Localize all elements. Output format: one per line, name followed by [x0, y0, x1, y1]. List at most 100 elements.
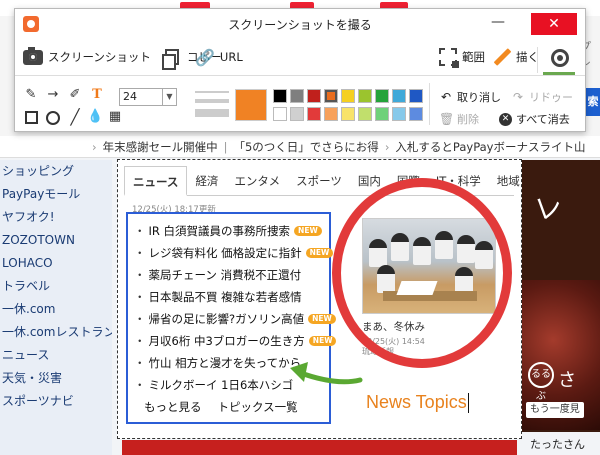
text-tool-icon[interactable]: T	[89, 87, 105, 103]
service-nav-item[interactable]: PayPayモール	[0, 183, 112, 206]
promo-link[interactable]: 年末感謝セール開催中	[103, 139, 218, 155]
service-nav-item[interactable]: ニュース	[0, 344, 112, 367]
minimize-button[interactable]: —	[491, 15, 505, 31]
color-swatch[interactable]	[290, 107, 304, 121]
news-item[interactable]: ・日本製品不買 複雑な若者感情	[134, 286, 325, 308]
service-nav: ショッピング PayPayモール ヤフオク! ZOZOTOWN LOHACO ト…	[0, 160, 112, 455]
tab-economy[interactable]: 経済	[187, 166, 226, 196]
color-swatch[interactable]	[324, 107, 338, 121]
text-annotation[interactable]: News Topics	[366, 392, 469, 414]
tab-sports[interactable]: スポーツ	[288, 166, 350, 196]
advertisement-banner[interactable]: レ るるぶ さ もう一度見	[522, 160, 600, 432]
pen-icon[interactable]: ✎	[23, 87, 39, 103]
promo-link[interactable]: 入札するとPayPayボーナスライト山	[395, 139, 585, 155]
news-item[interactable]: ・薬局チェーン 消費税不正還付	[134, 264, 325, 286]
circle-icon[interactable]	[46, 111, 60, 125]
line-icon[interactable]: ╱	[67, 109, 83, 125]
service-nav-item[interactable]: ヤフオク!	[0, 206, 112, 229]
color-swatch[interactable]	[307, 89, 321, 103]
line-width-options	[195, 91, 235, 125]
pencil-icon	[493, 48, 511, 66]
color-swatch[interactable]	[341, 107, 355, 121]
ad-replay-button[interactable]: もう一度見	[526, 402, 584, 418]
color-swatch[interactable]	[358, 89, 372, 103]
target-icon	[551, 49, 569, 67]
green-arrow-annotation[interactable]	[286, 358, 366, 398]
color-swatch-selected[interactable]	[324, 89, 338, 103]
service-nav-item[interactable]: 一休.com	[0, 298, 112, 321]
mosaic-icon[interactable]: ▦	[107, 109, 123, 125]
color-swatch[interactable]	[307, 107, 321, 121]
service-nav-item[interactable]: スポーツナビ	[0, 390, 112, 413]
clear-icon: ✕	[499, 112, 512, 126]
color-swatch[interactable]	[358, 107, 372, 121]
tab-domestic[interactable]: 国内	[350, 166, 389, 196]
color-swatch[interactable]	[290, 89, 304, 103]
color-swatch[interactable]	[273, 89, 287, 103]
color-swatch[interactable]	[409, 89, 423, 103]
news-item[interactable]: ・帰省の足に影響?ガソリン高値 NEW	[134, 308, 336, 330]
range-button[interactable]: 範囲	[439, 47, 485, 68]
news-more-row: もっと見る トピックス一覧	[134, 396, 325, 418]
photo-time: 12/25(火) 14:54	[362, 337, 425, 346]
drawing-tools: ✎ → ✐ T ╱ 💧 ▦	[23, 87, 123, 127]
tab-entertainment[interactable]: エンタメ	[226, 166, 288, 196]
capture-region[interactable]: ニュース 経済 エンタメ スポーツ 国内 国際 IT・科学 地域 12/25(火…	[117, 159, 522, 439]
chevron-down-icon: ▼	[162, 89, 176, 105]
news-item[interactable]: ・レジ袋有料化 価格設定に指針 NEW	[134, 242, 334, 264]
delete-button[interactable]: 🗑 削除	[439, 111, 479, 127]
news-tabs: ニュース 経済 エンタメ スポーツ 国内 国際 IT・科学 地域	[124, 166, 520, 196]
news-item[interactable]: ・ IR 白須賀議員の事務所捜索 NEW	[134, 220, 325, 242]
service-nav-item[interactable]: ショッピング	[0, 160, 112, 183]
service-nav-item[interactable]: ZOZOTOWN	[0, 229, 112, 252]
promo-link[interactable]: 「5のつく日」でさらにお得	[233, 139, 378, 155]
close-button[interactable]: ✕	[531, 13, 577, 35]
url-button[interactable]: 🔗 URL	[195, 47, 243, 67]
tab-international[interactable]: 国際	[389, 166, 428, 196]
photo-news-card[interactable]: まあ、冬休み 12/25(火) 14:54 琉球新報	[362, 204, 498, 369]
photo-meta: 12/25(火) 14:54 琉球新報	[362, 337, 425, 357]
tab-local[interactable]: 地域	[489, 166, 528, 196]
color-swatch[interactable]	[392, 107, 406, 121]
color-swatch[interactable]	[273, 107, 287, 121]
background-search-button[interactable]: 索	[586, 88, 600, 116]
service-nav-item[interactable]: トラベル	[0, 275, 112, 298]
undo-button[interactable]: ↶ 取り消し	[439, 89, 501, 105]
service-nav-item[interactable]: 天気・災害	[0, 367, 112, 390]
color-swatch[interactable]	[409, 107, 423, 121]
tab-it-science[interactable]: IT・科学	[428, 166, 489, 196]
news-item[interactable]: ・月収6桁 中3ブロガーの生き方 NEW	[134, 330, 337, 352]
line-width-thin[interactable]	[195, 91, 229, 93]
marker-icon[interactable]: ✐	[67, 87, 83, 103]
font-size-select[interactable]: 24 ▼	[119, 88, 177, 106]
redo-button[interactable]: ↷ リドゥー	[511, 89, 573, 105]
color-swatch[interactable]	[375, 107, 389, 121]
capture-mode-toggle[interactable]	[543, 45, 575, 75]
service-nav-item[interactable]: LOHACO	[0, 252, 112, 275]
tab-news[interactable]: ニュース	[124, 166, 188, 196]
camera-icon	[23, 46, 43, 65]
screenshot-button[interactable]: スクリーンショット	[23, 46, 151, 67]
title-bar[interactable]: スクリーンショットを撮る — ✕	[15, 9, 585, 39]
topics-list-link[interactable]: トピックス一覧	[218, 400, 298, 414]
screenshot-toolbar-window: スクリーンショットを撮る — ✕ スクリーンショット コピー 🔗 URL 範囲 …	[14, 8, 586, 132]
more-link[interactable]: もっと見る	[144, 400, 202, 414]
color-swatch[interactable]	[341, 89, 355, 103]
blur-drop-icon[interactable]: 💧	[87, 109, 103, 125]
photo-caption[interactable]: まあ、冬休み	[362, 319, 425, 334]
color-swatch[interactable]	[375, 89, 389, 103]
font-size-value: 24	[123, 90, 137, 103]
arrow-icon[interactable]: →	[45, 87, 61, 103]
service-nav-item[interactable]: 一休.comレストラン	[0, 321, 112, 344]
user-name: たったさん	[530, 438, 585, 451]
classroom-photo[interactable]	[362, 218, 496, 314]
main-actions-row: スクリーンショット コピー 🔗 URL 範囲 描く	[15, 41, 585, 73]
clear-all-button[interactable]: ✕ すべて消去	[499, 111, 570, 127]
line-width-medium[interactable]	[195, 99, 229, 103]
draw-button[interactable]: 描く	[493, 47, 539, 67]
current-color-swatch[interactable]	[235, 89, 267, 121]
rectangle-icon[interactable]	[25, 111, 38, 124]
promo-news-bar: › 年末感謝セール開催中 | 「5のつく日」でさらにお得 › 入札するとPayP…	[0, 136, 600, 158]
color-swatch[interactable]	[392, 89, 406, 103]
line-width-thick[interactable]	[195, 109, 229, 117]
